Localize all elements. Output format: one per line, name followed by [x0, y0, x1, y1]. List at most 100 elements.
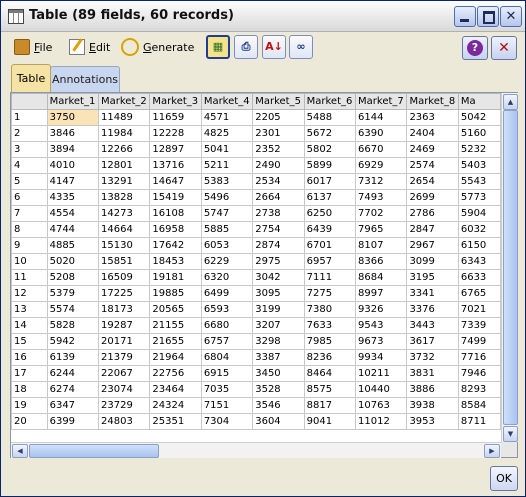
- table-cell[interactable]: 23074: [97, 381, 151, 398]
- generate-menu[interactable]: Generate: [121, 38, 194, 56]
- table-cell[interactable]: 6229: [200, 253, 254, 270]
- table-cell[interactable]: 19287: [97, 317, 151, 334]
- table-cell[interactable]: 3546: [252, 397, 305, 414]
- table-row[interactable]: 9 4885 15130 17642 6053 2874 6701 8107 2967 6150: [11, 237, 501, 254]
- title-bar[interactable]: Table (89 fields, 60 records) ✕: [1, 1, 525, 32]
- row-number[interactable]: 11: [11, 269, 48, 286]
- table-cell[interactable]: 7035: [200, 381, 254, 398]
- table-cell[interactable]: 5885: [200, 221, 254, 238]
- table-cell[interactable]: 3750: [46, 109, 100, 126]
- table-row[interactable]: 8 4744 14664 16958 5885 2754 6439 7965 2847 6032: [11, 221, 501, 238]
- table-cell[interactable]: 3938: [406, 397, 459, 414]
- table-cell[interactable]: 3846: [46, 125, 100, 142]
- row-number[interactable]: 17: [11, 365, 48, 382]
- table-cell[interactable]: 3341: [406, 285, 459, 302]
- table-cell[interactable]: 5383: [200, 173, 254, 190]
- table-cell[interactable]: 5041: [200, 141, 254, 158]
- table-cell[interactable]: 3528: [252, 381, 305, 398]
- table-cell[interactable]: 14273: [97, 205, 151, 222]
- row-number[interactable]: 10: [11, 253, 48, 270]
- table-cell[interactable]: 8584: [457, 397, 501, 414]
- table-cell[interactable]: 16108: [149, 205, 202, 222]
- table-cell[interactable]: 16958: [149, 221, 202, 238]
- row-number[interactable]: 20: [11, 413, 48, 430]
- column-header[interactable]: Market_7: [355, 93, 408, 110]
- table-cell[interactable]: 7151: [200, 397, 254, 414]
- table-cell[interactable]: 3450: [252, 365, 305, 382]
- table-cell[interactable]: 2738: [252, 205, 305, 222]
- table-cell[interactable]: 22756: [149, 365, 202, 382]
- table-cell[interactable]: 7499: [457, 333, 501, 350]
- table-cell[interactable]: 6593: [200, 301, 254, 318]
- table-cell[interactable]: 6633: [457, 269, 501, 286]
- table-cell[interactable]: 3831: [406, 365, 459, 382]
- table-cell[interactable]: 6053: [200, 237, 254, 254]
- help-button[interactable]: ?: [462, 36, 488, 60]
- table-cell[interactable]: 7380: [303, 301, 357, 318]
- table-cell[interactable]: 9673: [355, 333, 408, 350]
- table-cell[interactable]: 5904: [457, 205, 501, 222]
- table-cell[interactable]: 4147: [46, 173, 100, 190]
- table-cell[interactable]: 15851: [97, 253, 151, 270]
- table-cell[interactable]: 25351: [149, 413, 202, 430]
- table-cell[interactable]: 13828: [97, 189, 151, 206]
- table-cell[interactable]: 4010: [46, 157, 100, 174]
- horizontal-scrollbar[interactable]: ◀ ▶: [11, 442, 501, 458]
- maximize-button[interactable]: [477, 6, 499, 27]
- table-cell[interactable]: 21379: [97, 349, 151, 366]
- table-cell[interactable]: 12228: [149, 125, 202, 142]
- table-cell[interactable]: 14647: [149, 173, 202, 190]
- table-cell[interactable]: 4554: [46, 205, 100, 222]
- table-cell[interactable]: 7716: [457, 349, 501, 366]
- table-row[interactable]: 20 6399 24803 25351 7304 3604 9041 11012 3953 871…: [11, 413, 501, 430]
- table-cell[interactable]: 19885: [149, 285, 202, 302]
- table-row[interactable]: 6 4335 13828 15419 5496 2664 6137 7493 2699 5773: [11, 189, 501, 206]
- column-header[interactable]: Ma: [457, 93, 501, 110]
- table-cell[interactable]: 9934: [355, 349, 408, 366]
- table-cell[interactable]: 2301: [252, 125, 305, 142]
- table-cell[interactable]: 2469: [406, 141, 459, 158]
- table-cell[interactable]: 21964: [149, 349, 202, 366]
- table-cell[interactable]: 14664: [97, 221, 151, 238]
- table-cell[interactable]: 17642: [149, 237, 202, 254]
- table-cell[interactable]: 23464: [149, 381, 202, 398]
- table-cell[interactable]: 6439: [303, 221, 357, 238]
- column-header[interactable]: Market_5: [252, 93, 305, 110]
- table-cell[interactable]: 6032: [457, 221, 501, 238]
- table-cell[interactable]: 7339: [457, 317, 501, 334]
- table-cell[interactable]: 5942: [46, 333, 100, 350]
- table-cell[interactable]: 6957: [303, 253, 357, 270]
- table-cell[interactable]: 5672: [303, 125, 357, 142]
- find-button[interactable]: ∞: [289, 35, 313, 59]
- minimize-button[interactable]: [454, 6, 476, 27]
- column-header[interactable]: Market_2: [97, 93, 151, 110]
- tab-table[interactable]: Table: [11, 64, 51, 93]
- row-number[interactable]: 13: [11, 301, 48, 318]
- table-cell[interactable]: 6757: [200, 333, 254, 350]
- table-row[interactable]: 3 3894 12266 12897 5041 2352 5802 6670 2469 5232: [11, 141, 501, 158]
- row-number[interactable]: 9: [11, 237, 48, 254]
- table-cell[interactable]: 21155: [149, 317, 202, 334]
- table-cell[interactable]: 4744: [46, 221, 100, 238]
- row-number[interactable]: 18: [11, 381, 48, 398]
- table-cell[interactable]: 5574: [46, 301, 100, 318]
- row-number[interactable]: 6: [11, 189, 48, 206]
- table-cell[interactable]: 24324: [149, 397, 202, 414]
- table-cell[interactable]: 8107: [355, 237, 408, 254]
- table-cell[interactable]: 5899: [303, 157, 357, 174]
- table-cell[interactable]: 8997: [355, 285, 408, 302]
- scroll-up-arrow-icon[interactable]: ▲: [503, 94, 518, 110]
- table-cell[interactable]: 8366: [355, 253, 408, 270]
- table-cell[interactable]: 3042: [252, 269, 305, 286]
- table-row[interactable]: 19 6347 23729 24324 7151 3546 8817 10763 3938 858…: [11, 397, 501, 414]
- table-cell[interactable]: 12801: [97, 157, 151, 174]
- table-cell[interactable]: 4885: [46, 237, 100, 254]
- table-cell[interactable]: 6343: [457, 253, 501, 270]
- table-cell[interactable]: 10763: [355, 397, 408, 414]
- table-cell[interactable]: 6017: [303, 173, 357, 190]
- table-cell[interactable]: 2754: [252, 221, 305, 238]
- table-cell[interactable]: 3443: [406, 317, 459, 334]
- table-cell[interactable]: 5020: [46, 253, 100, 270]
- table-cell[interactable]: 5828: [46, 317, 100, 334]
- table-cell[interactable]: 9326: [355, 301, 408, 318]
